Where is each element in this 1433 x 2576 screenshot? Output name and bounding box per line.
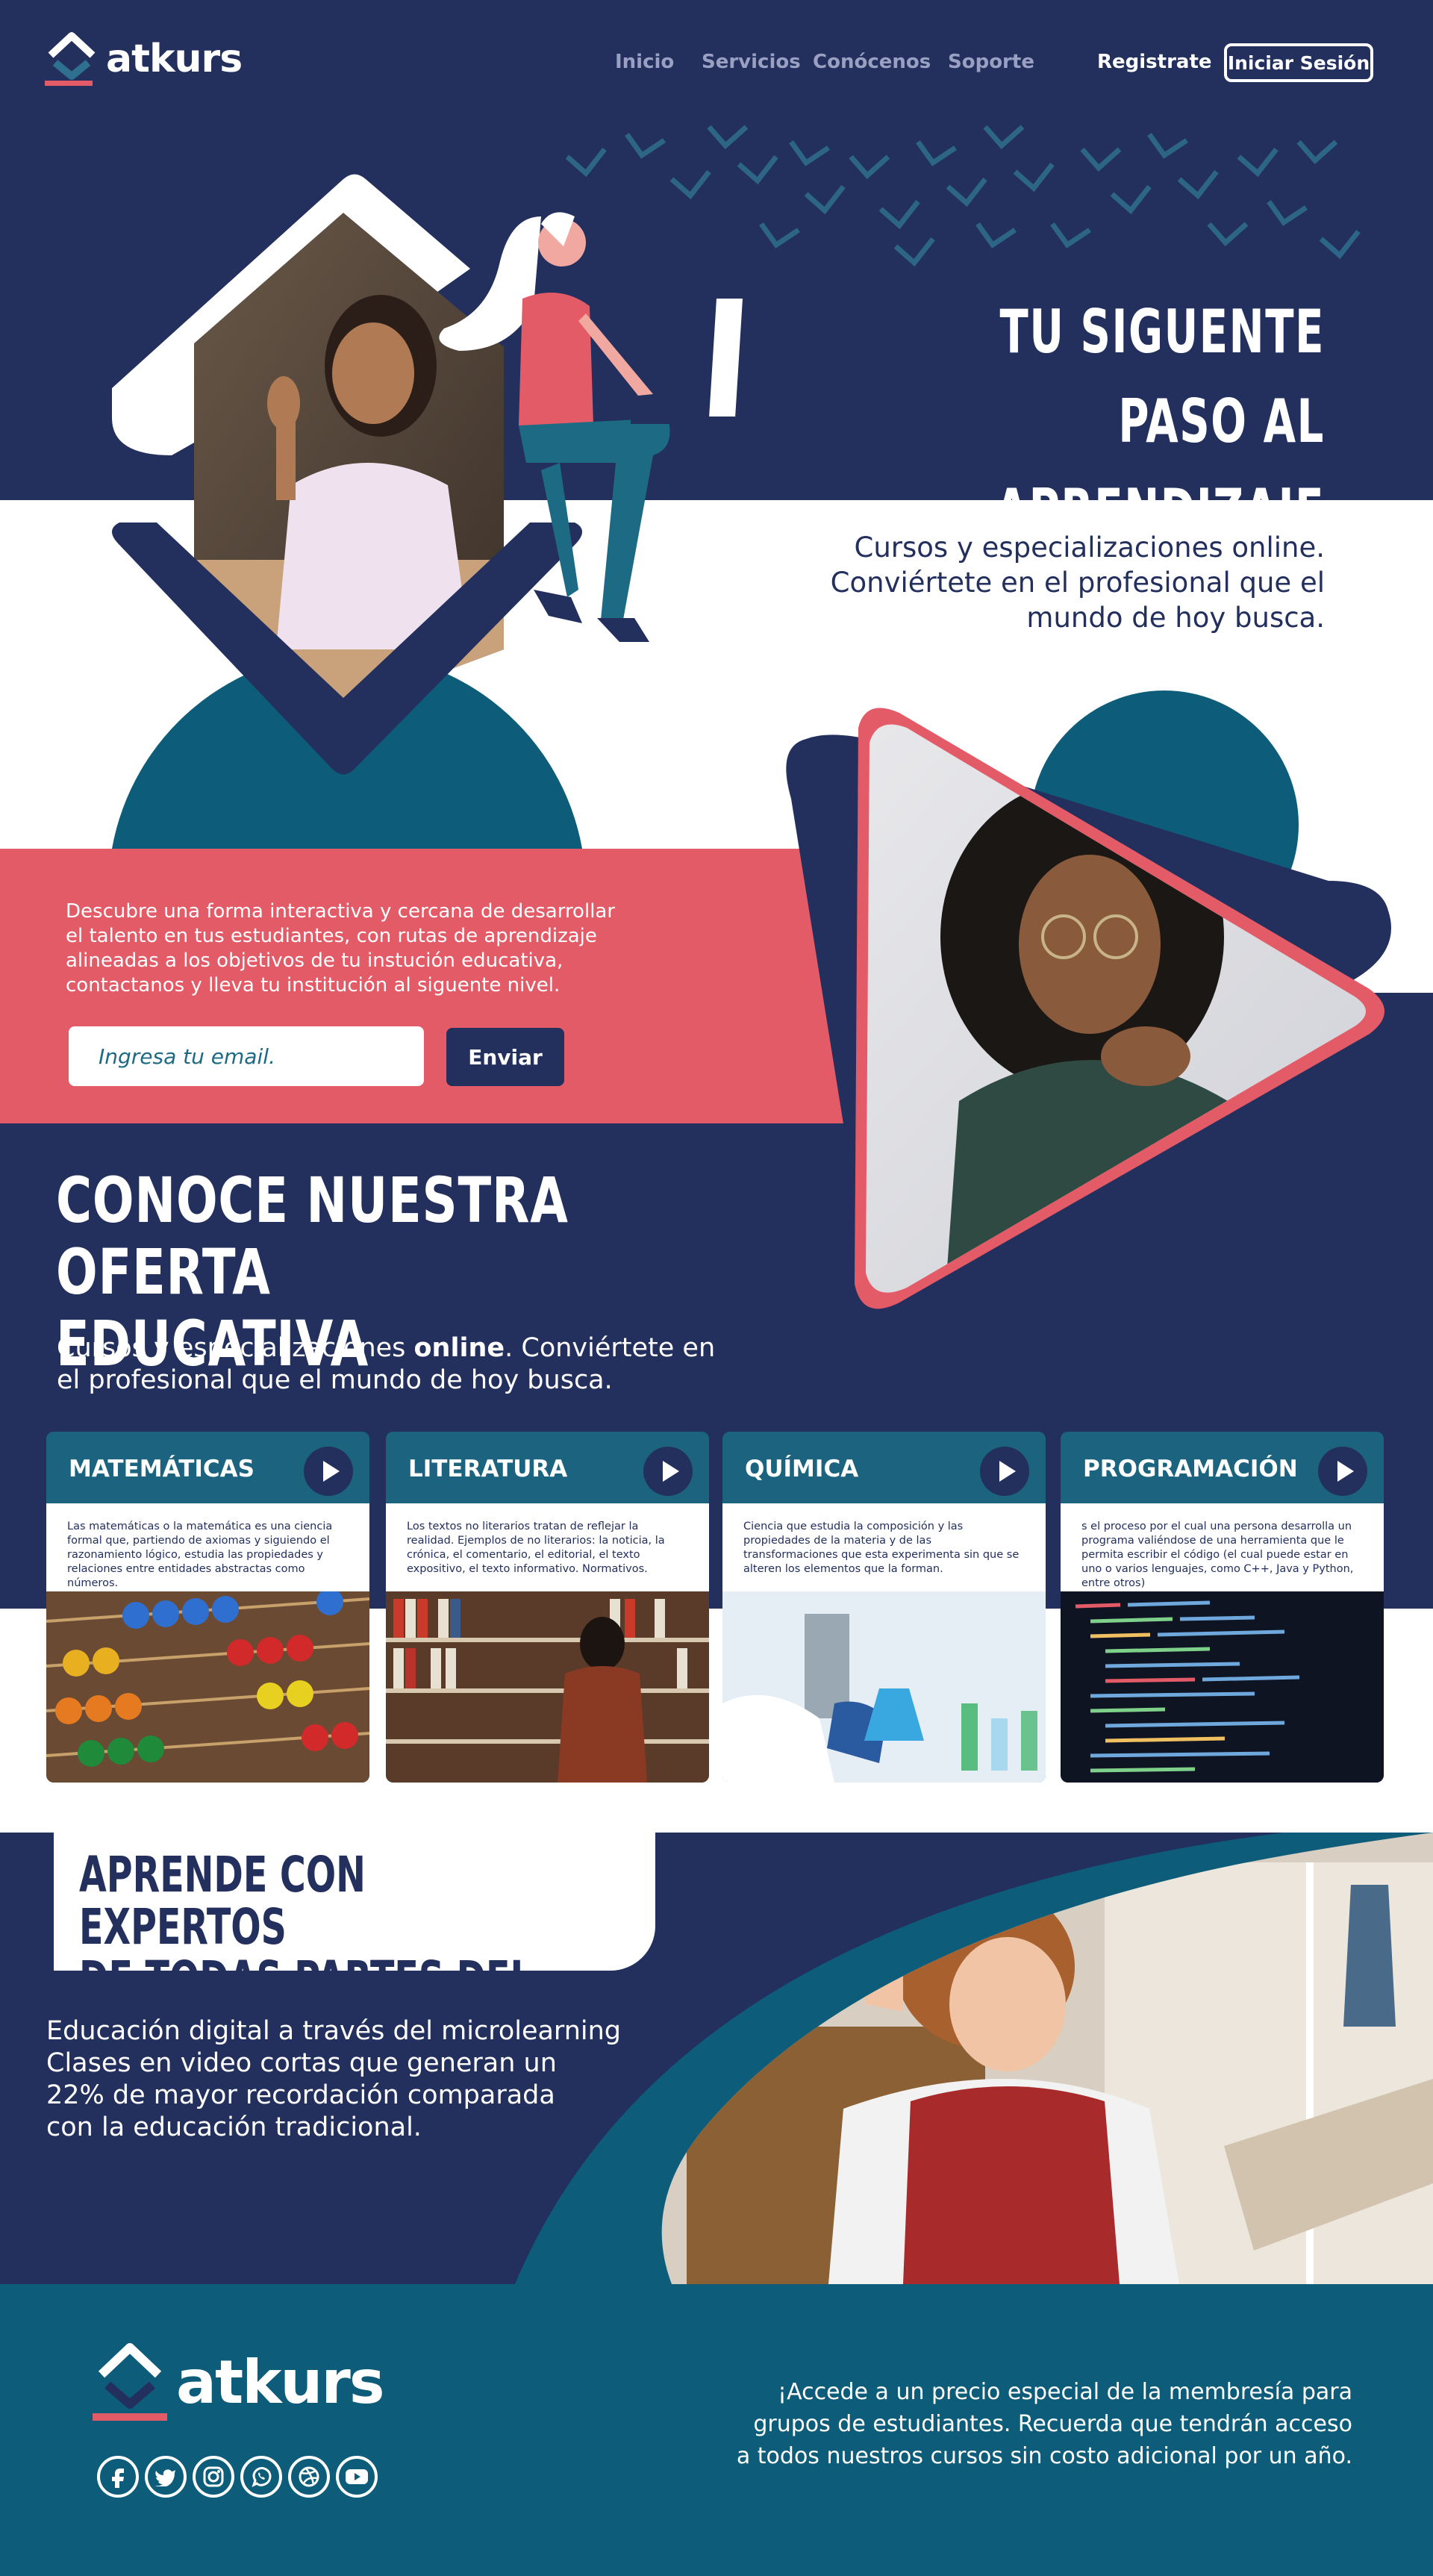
card-title: QUÍMICA — [745, 1456, 859, 1482]
course-card-matematicas[interactable]: MATEMÁTICAS Las matemáticas o la matemát… — [46, 1432, 369, 1783]
woman-with-laptop-illustration — [439, 212, 743, 642]
nav-link-servicios[interactable]: Servicios — [702, 51, 801, 73]
whatsapp-icon[interactable] — [240, 2456, 282, 2498]
play-icon[interactable] — [1318, 1447, 1367, 1496]
brand-logo[interactable]: atkurs — [45, 30, 243, 88]
nav-link-inicio[interactable]: Inicio — [615, 51, 674, 73]
play-icon[interactable] — [643, 1447, 693, 1496]
brand-mark-icon — [93, 2343, 167, 2421]
card-title: PROGRAMACIÓN — [1083, 1456, 1298, 1482]
abacus-image — [46, 1591, 369, 1783]
facebook-icon[interactable] — [97, 2456, 139, 2498]
nav-link-soporte[interactable]: Soporte — [948, 51, 1034, 73]
course-card-literatura[interactable]: LITERATURA Los textos no literarios trat… — [386, 1432, 709, 1783]
footer-logo[interactable]: atkurs — [93, 2340, 384, 2424]
twitter-icon[interactable] — [145, 2456, 187, 2498]
brand-mark-icon — [45, 32, 96, 86]
send-button[interactable]: Enviar — [446, 1028, 564, 1086]
course-card-programacion[interactable]: PROGRAMACIÓN s el proceso por el cual un… — [1061, 1432, 1384, 1783]
youtube-icon[interactable] — [336, 2456, 378, 2498]
play-icon[interactable] — [980, 1447, 1029, 1496]
hero-subtitle: Cursos y especializaciones online. Convi… — [830, 531, 1325, 634]
play-triangle-photo — [855, 708, 1384, 1309]
oferta-subtitle: Cursos y especializaciones online. Convi… — [57, 1333, 716, 1395]
expertos-heading-box: APRENDE CON EXPERTOS DE TODAS PARTES DEL… — [54, 1833, 655, 2058]
hero-title: TU SIGUENTE PASO AL APRENDIZAJE — [995, 297, 1325, 546]
card-description: Las matemáticas o la matemática es una c… — [46, 1503, 369, 1591]
dribbble-icon[interactable] — [288, 2456, 330, 2498]
expertos-text: Educación digital a través del microlear… — [46, 2016, 622, 2142]
card-title: LITERATURA — [408, 1456, 568, 1482]
play-icon[interactable] — [304, 1447, 353, 1496]
brand-name: atkurs — [106, 37, 243, 81]
card-title: MATEMÁTICAS — [69, 1456, 255, 1482]
promo-text: Descubre una forma interactiva y cercana… — [66, 900, 616, 997]
code-screen-image — [1061, 1591, 1384, 1783]
card-description: Los textos no literarios tratan de refle… — [386, 1503, 709, 1591]
instagram-icon[interactable] — [193, 2456, 234, 2498]
top-navbar: atkurs Inicio Servicios Conócenos Soport… — [0, 0, 1433, 127]
email-input[interactable] — [69, 1026, 424, 1086]
login-button[interactable]: Iniciar Sesión — [1224, 43, 1373, 82]
card-description: s el proceso por el cual una persona des… — [1061, 1503, 1384, 1591]
course-card-quimica[interactable]: QUÍMICA Ciencia que estudia la composici… — [722, 1432, 1046, 1783]
boy-waving-photo — [661, 1833, 1433, 2284]
chemistry-lab-image — [722, 1591, 1046, 1783]
footer-promo-text: ¡Accede a un precio especial de la membr… — [736, 2379, 1352, 2469]
card-description: Ciencia que estudia la composición y las… — [722, 1503, 1046, 1591]
register-button[interactable]: Registrate — [1097, 51, 1212, 73]
footer-brand-name: atkurs — [176, 2347, 384, 2417]
nav-link-conocenos[interactable]: Conócenos — [813, 51, 931, 73]
library-image — [386, 1591, 709, 1783]
